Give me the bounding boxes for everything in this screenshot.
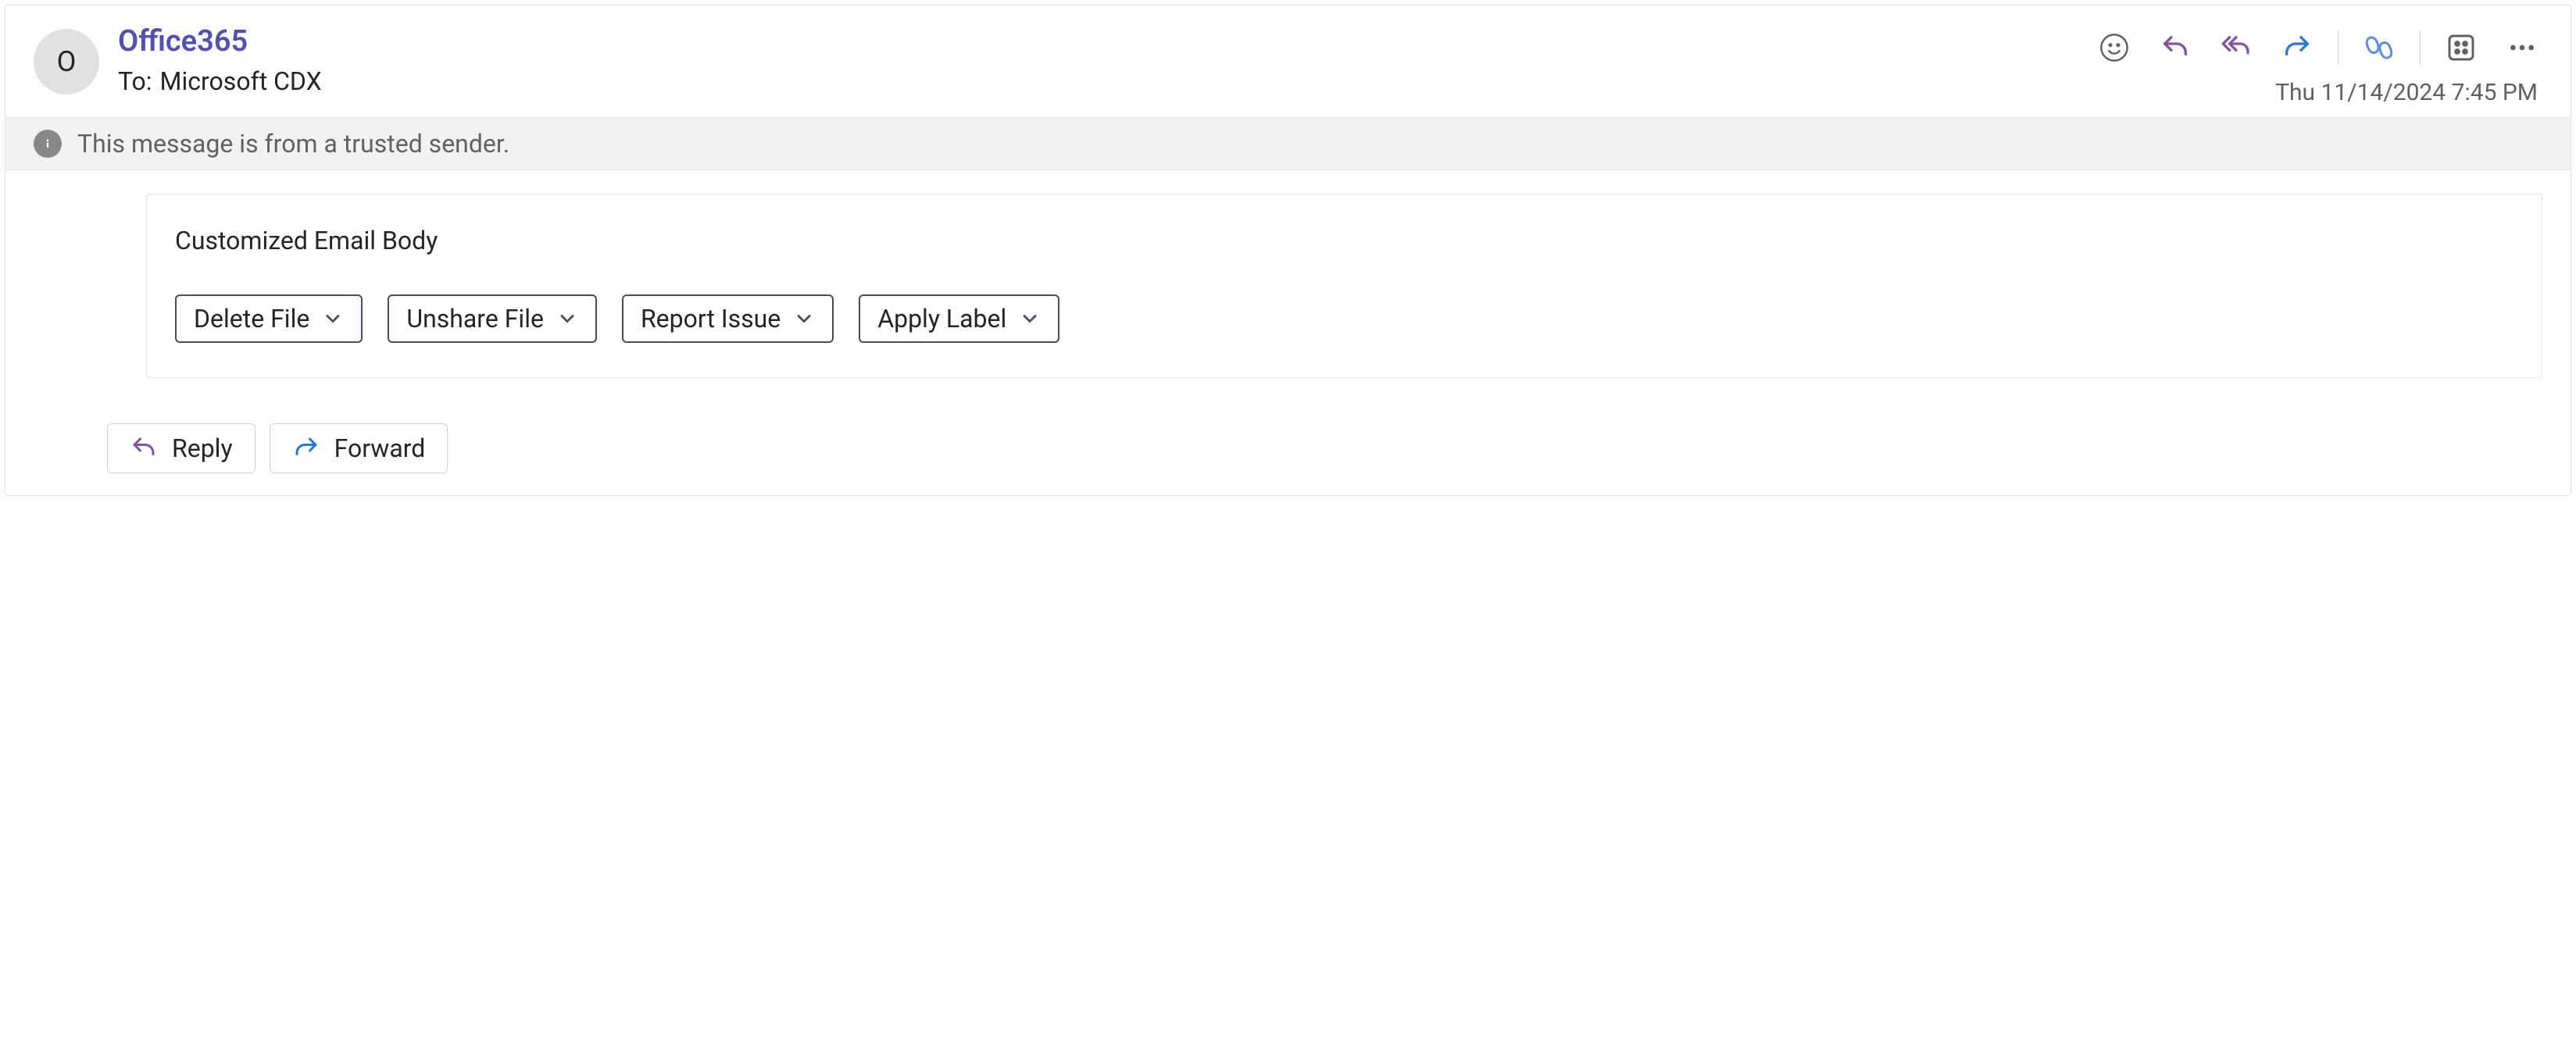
message-header: O Office365 To: Microsoft CDX: [5, 5, 2571, 117]
apply-label-label: Apply Label: [877, 304, 1006, 334]
copilot-icon[interactable]: [2359, 27, 2399, 68]
unshare-file-label: Unshare File: [406, 304, 544, 334]
forward-icon: [292, 434, 320, 462]
to-value[interactable]: Microsoft CDX: [160, 66, 322, 96]
body-text: Customized Email Body: [175, 226, 2513, 255]
unshare-file-button[interactable]: Unshare File: [388, 294, 597, 343]
body-card: Customized Email Body Delete File Unshar…: [146, 194, 2542, 378]
to-label: To:: [118, 66, 152, 96]
reply-label: Reply: [172, 433, 233, 463]
delete-file-button[interactable]: Delete File: [175, 294, 363, 343]
info-icon: [34, 130, 62, 158]
apply-label-button[interactable]: Apply Label: [859, 294, 1059, 343]
action-buttons: Delete File Unshare File Report Issue: [175, 294, 2513, 343]
forward-button[interactable]: Forward: [270, 423, 448, 473]
header-main: Office365 To: Microsoft CDX: [118, 24, 2075, 96]
footer-actions: Reply Forward: [5, 401, 2571, 495]
more-icon[interactable]: [2502, 27, 2542, 68]
chevron-down-icon: [556, 308, 578, 330]
chevron-down-icon: [793, 308, 815, 330]
reply-icon[interactable]: [2155, 27, 2195, 68]
forward-label: Forward: [334, 433, 426, 463]
sender-name[interactable]: Office365: [118, 24, 2075, 59]
report-issue-button[interactable]: Report Issue: [622, 294, 834, 343]
reply-button[interactable]: Reply: [107, 423, 255, 473]
reply-icon: [130, 434, 158, 462]
react-icon[interactable]: [2094, 27, 2135, 68]
chevron-down-icon: [1019, 308, 1041, 330]
reply-all-icon[interactable]: [2216, 27, 2256, 68]
report-issue-label: Report Issue: [641, 304, 781, 334]
icon-separator-2: [2420, 30, 2421, 65]
timestamp: Thu 11/14/2024 7:45 PM: [2275, 79, 2542, 106]
trust-text: This message is from a trusted sender.: [77, 129, 509, 159]
forward-icon[interactable]: [2277, 27, 2317, 68]
apps-icon[interactable]: [2441, 27, 2481, 68]
avatar-initial: O: [57, 45, 77, 78]
body-area: Customized Email Body Delete File Unshar…: [5, 170, 2571, 401]
chevron-down-icon: [322, 308, 344, 330]
message-card: O Office365 To: Microsoft CDX: [5, 5, 2571, 496]
delete-file-label: Delete File: [194, 304, 309, 334]
action-icons: [2094, 27, 2542, 68]
sender-avatar[interactable]: O: [34, 29, 99, 95]
recipient-line: To: Microsoft CDX: [118, 66, 2075, 96]
trust-banner: This message is from a trusted sender.: [5, 117, 2571, 170]
header-right: Thu 11/14/2024 7:45 PM: [2094, 27, 2542, 106]
